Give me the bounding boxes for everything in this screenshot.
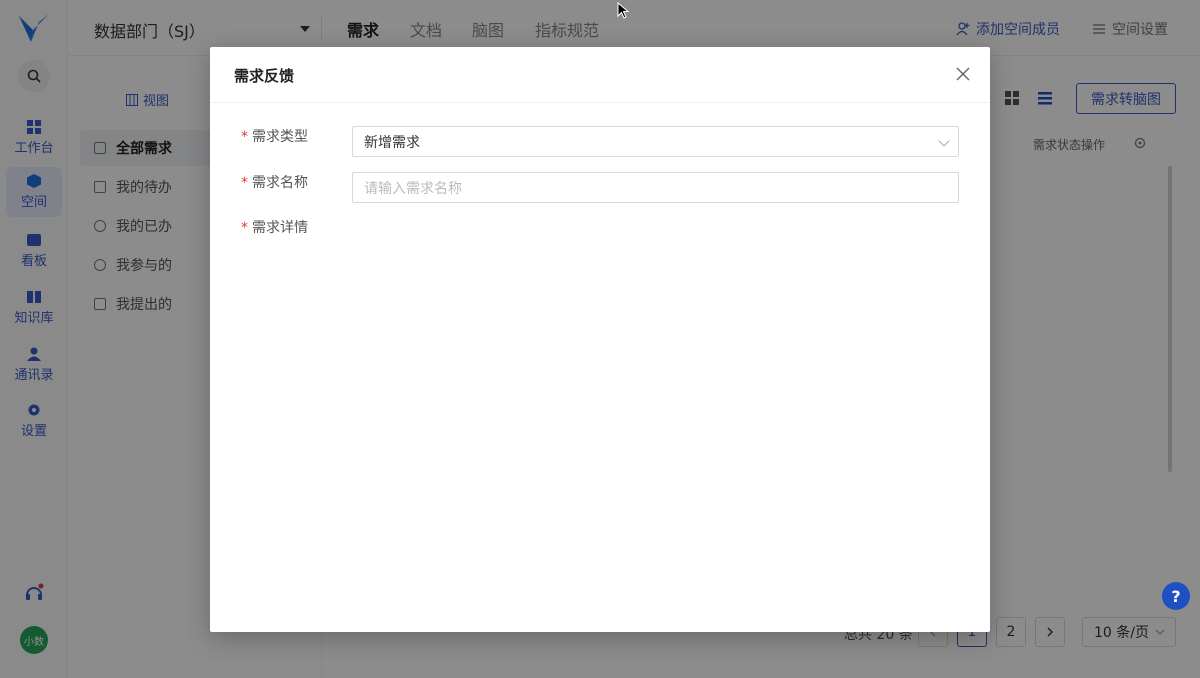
type-select[interactable]: 新增需求 — [352, 126, 959, 157]
modal-title: 需求反馈 — [234, 67, 295, 85]
detail-label-text: 需求详情 — [252, 220, 308, 236]
name-label-text: 需求名称 — [252, 175, 308, 191]
type-value: 新增需求 — [364, 134, 420, 151]
chevron-down-icon — [938, 135, 950, 147]
detail-label: * 需求详情 — [241, 217, 308, 237]
modal-body: * 需求类型 新增需求 * 需求名称 请输入需求名称 * 需求详情 — [210, 103, 990, 580]
required-mark: * — [241, 129, 248, 145]
name-input[interactable]: 请输入需求名称 — [352, 172, 959, 203]
modal-header: 需求反馈 — [210, 47, 990, 103]
requirement-feedback-modal: 需求反馈 * 需求类型 新增需求 * 需求名称 请输入需求名称 * 需求详情 — [210, 47, 990, 632]
type-label-text: 需求类型 — [252, 129, 308, 145]
type-label: * 需求类型 — [241, 126, 308, 146]
help-button[interactable]: ? — [1162, 582, 1190, 610]
mouse-cursor-icon — [617, 2, 630, 19]
close-icon[interactable] — [955, 66, 971, 82]
name-label: * 需求名称 — [241, 172, 308, 192]
required-mark: * — [241, 175, 248, 191]
required-mark: * — [241, 220, 248, 236]
